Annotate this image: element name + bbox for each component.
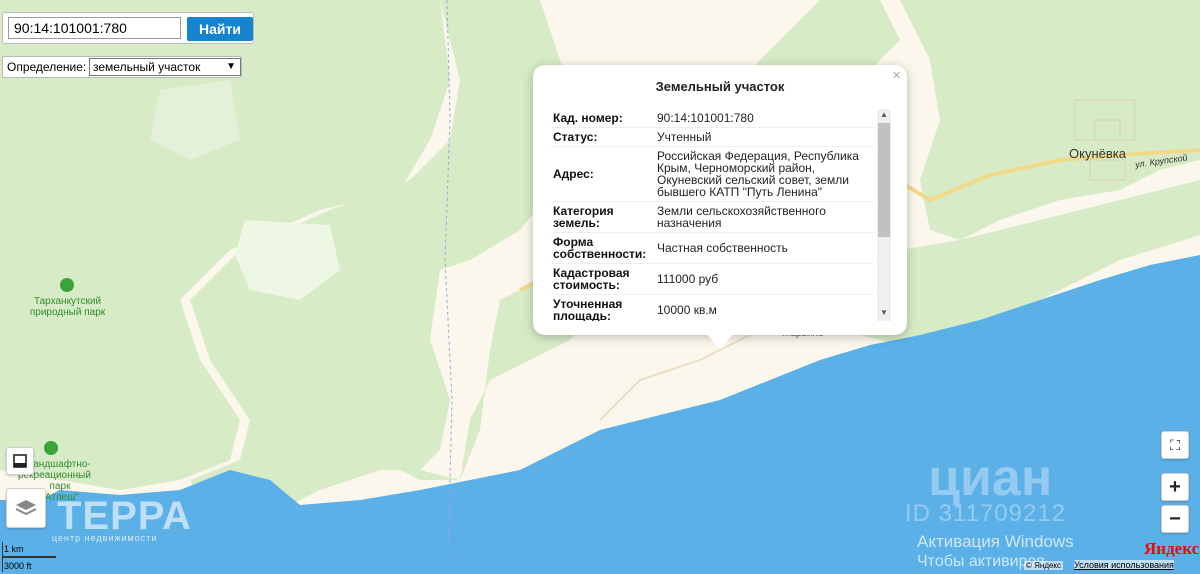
attribute-value: Российская Федерация, Республика Крым, Ч… [653,146,873,202]
scale-km: 1 km [4,544,24,554]
search-panel: Найти [2,12,254,44]
parcel-info-popup: × Земельный участок Кад. номер: 90:14:101… [533,65,907,335]
attribute-row: Кад. номер: 90:14:101001:780 [551,109,873,128]
attribute-value: Земли сельскохозяйственного назначения [653,201,873,233]
ruler-icon [13,454,27,468]
scroll-up-icon[interactable]: ▲ [877,110,891,122]
layers-icon [15,500,37,516]
copyright-text: © Яндекс [1024,561,1064,570]
scale-ft: 3000 ft [4,561,32,571]
attribute-row: Адрес: Российская Федерация, Республика К… [551,146,873,202]
attribute-key: Категория земель: [551,201,653,233]
park-icon [44,441,58,455]
popup-title: Земельный участок [655,79,785,94]
search-button[interactable]: Найти [187,17,253,41]
windows-activation-title: Активация Windows [917,532,1074,551]
zoom-in-button[interactable]: + [1161,473,1189,501]
attribute-key: Кадастровая стоимость: [551,263,653,295]
definition-selected-value: земельный участок [93,60,201,74]
attribute-key: Кад. номер: [551,109,653,128]
attribute-value: 90:14:101001:780 [653,109,873,128]
fullscreen-button[interactable]: ⛶ [1161,431,1189,459]
minus-icon: − [1169,508,1181,530]
plus-icon: + [1169,476,1181,498]
attribute-value: 10000 кв.м [653,294,873,321]
definition-label: Определение: [7,60,87,74]
scroll-down-icon[interactable]: ▼ [877,308,891,320]
cian-watermark: циан [928,449,1053,507]
popup-scrollbar[interactable]: ▲ ▼ [877,109,891,321]
fullscreen-icon: ⛶ [1170,437,1180,453]
scroll-thumb[interactable] [878,123,890,237]
attribute-value: 111000 руб [653,263,873,295]
terra-subtitle: центр недвижимости [52,533,158,543]
attribute-key: Статус: [551,127,653,147]
layers-button[interactable] [6,488,46,528]
definition-panel: Определение: земельный участок ▼ [2,56,242,78]
popup-content[interactable]: Кад. номер: 90:14:101001:780 Статус: Учтенн… [551,109,891,321]
cadastral-search-input[interactable] [8,17,181,39]
definition-select[interactable]: земельный участок ▼ [89,58,241,76]
attribute-value: Учтенный [653,127,873,147]
attribute-row: Категория земель: Земли сельскохозяйствен… [551,201,873,233]
park-icon [60,278,74,292]
attribute-row: Статус: Учтенный [551,127,873,147]
town-label: Окунёвка [1069,146,1126,161]
park-label-tarkhankut: Тарханкутский природный парк [29,296,106,318]
attribute-row: Форма собственности: Частная собственност… [551,232,873,264]
cian-id-watermark: ID 311709212 [905,500,1067,527]
attribute-row: Уточненная площадь: 10000 кв.м [551,294,873,321]
yandex-logo: Яндекс [1144,539,1200,558]
attribute-key: Форма собственности: [551,232,653,264]
attribute-value: Частная собственность [653,232,873,264]
attribute-key: Уточненная площадь: [551,294,653,321]
ruler-button[interactable] [6,447,34,475]
chevron-down-icon: ▼ [226,61,236,72]
scale-line [2,556,56,558]
attribute-key: Адрес: [551,146,653,202]
terms-link[interactable]: Условия использования [1074,560,1174,570]
zoom-out-button[interactable]: − [1161,505,1189,533]
park-label-atlesh-1: андшафтно- [33,459,91,470]
attribute-row: Кадастровая стоимость: 111000 руб [551,263,873,295]
parcel-attributes-table: Кад. номер: 90:14:101001:780 Статус: Учтенн… [551,109,873,321]
popup-pointer [706,333,734,349]
